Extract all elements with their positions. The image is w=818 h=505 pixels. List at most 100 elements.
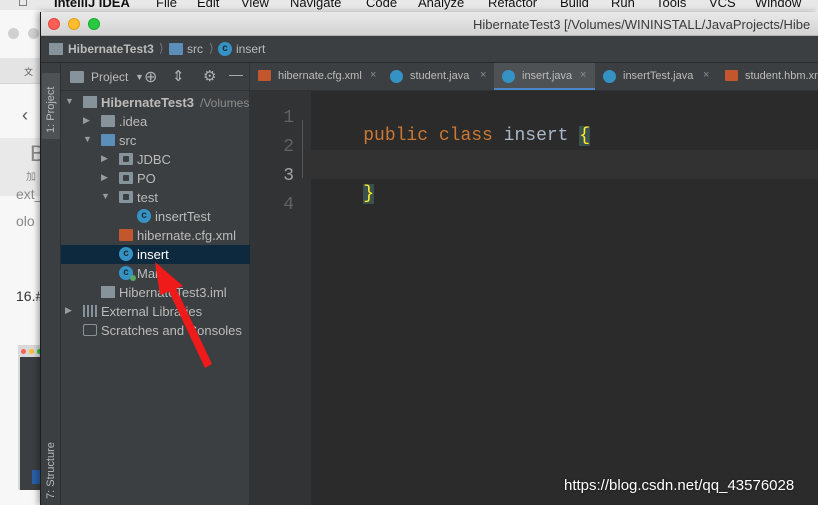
code-line-3[interactable]: } xyxy=(320,164,375,224)
tab-student-java[interactable]: student.java × xyxy=(382,63,494,90)
collapsed-arrow-icon[interactable]: ▶ xyxy=(83,115,90,126)
tree-item-main[interactable]: c Main xyxy=(61,264,250,283)
locate-icon[interactable]: ⊕ xyxy=(144,67,157,87)
class-icon xyxy=(502,70,515,83)
menu-window[interactable]: Window xyxy=(755,0,801,10)
source-folder-icon xyxy=(101,134,115,146)
zoom-window-button[interactable] xyxy=(88,18,100,30)
bg-tab-text: 文 xyxy=(24,67,34,77)
module-file-icon xyxy=(101,286,115,298)
collapse-all-icon[interactable]: ⇕ xyxy=(172,67,185,85)
tree-item-label: test xyxy=(137,190,158,205)
bg-window-button xyxy=(28,28,39,39)
line-number: 3 xyxy=(283,166,294,186)
minimize-window-button[interactable] xyxy=(68,18,80,30)
tree-item-label: HibernateTest3.iml xyxy=(119,285,227,300)
class-icon: c xyxy=(119,247,133,261)
tree-item-src[interactable]: ▼ src xyxy=(61,131,250,150)
collapsed-arrow-icon[interactable]: ▶ xyxy=(101,153,108,164)
menu-edit[interactable]: Edit xyxy=(197,0,219,10)
collapsed-arrow-icon[interactable]: ▶ xyxy=(65,305,72,316)
menu-file[interactable]: File xyxy=(156,0,177,10)
expanded-arrow-icon[interactable]: ▼ xyxy=(65,96,74,106)
tree-item-iml[interactable]: HibernateTest3.iml xyxy=(61,283,250,302)
close-tab-icon[interactable]: × xyxy=(370,69,376,81)
menu-analyze[interactable]: Analyze xyxy=(418,0,464,10)
chevron-down-icon[interactable]: ▼ xyxy=(135,72,144,82)
collapsed-arrow-icon[interactable]: ▶ xyxy=(101,172,108,183)
breadcrumb-project[interactable]: HibernateTest3 xyxy=(68,42,154,56)
fold-guide xyxy=(302,120,303,178)
menu-build[interactable]: Build xyxy=(560,0,589,10)
tree-item-root[interactable]: ▼ HibernateTest3 /Volumes xyxy=(61,93,250,112)
tree-item-external-libraries[interactable]: ▶ External Libraries xyxy=(61,302,250,321)
code-keyword: class xyxy=(438,126,493,146)
tree-item-idea[interactable]: ▶ .idea xyxy=(61,112,250,131)
code-class-name: insert xyxy=(503,126,569,146)
intellij-window: HibernateTest3 [/Volumes/WININSTALL/Java… xyxy=(40,12,818,505)
library-icon xyxy=(83,305,97,317)
menu-app-name[interactable]: IntelliJ IDEA xyxy=(54,0,130,10)
line-number: 1 xyxy=(283,108,294,128)
tree-item-label: JDBC xyxy=(137,152,171,167)
tree-item-label: .idea xyxy=(119,114,148,129)
tree-item-po[interactable]: ▶ PO xyxy=(61,169,250,188)
xml-file-icon xyxy=(258,70,271,81)
class-icon: c xyxy=(137,209,151,223)
tool-tab-structure[interactable]: 7: Structure xyxy=(42,433,60,503)
menu-vcs[interactable]: VCS xyxy=(709,0,736,10)
tree-item-hibernate-cfg[interactable]: hibernate.cfg.xml xyxy=(61,226,250,245)
bg-window-button xyxy=(8,28,19,39)
close-window-button[interactable] xyxy=(48,18,60,30)
menu-refactor[interactable]: Refactor xyxy=(488,0,537,10)
close-tab-icon[interactable]: × xyxy=(703,69,709,81)
background-browser-window: 文 ‹ B 加 ext_ olo 16.# xyxy=(0,10,45,505)
apple-icon[interactable]:  xyxy=(18,0,28,9)
tab-inserttest-java[interactable]: insertTest.java × xyxy=(595,63,717,90)
tree-item-inserttest[interactable]: c insertTest xyxy=(61,207,250,226)
project-view-selector[interactable]: Project xyxy=(91,70,128,84)
menu-run[interactable]: Run xyxy=(611,0,635,10)
line-number: 2 xyxy=(283,137,294,157)
breadcrumb-src[interactable]: src xyxy=(187,42,203,56)
close-tab-icon[interactable]: × xyxy=(580,69,586,81)
tool-tab-project[interactable]: 1: Project xyxy=(42,73,60,139)
tree-item-scratches[interactable]: Scratches and Consoles xyxy=(61,321,250,340)
gear-icon[interactable]: ⚙ xyxy=(203,67,216,85)
window-titlebar: HibernateTest3 [/Volumes/WININSTALL/Java… xyxy=(41,12,818,36)
bg-text: 加 xyxy=(26,172,36,183)
chevron-right-icon: ⟩ xyxy=(209,41,214,55)
menu-view[interactable]: View xyxy=(241,0,269,10)
code-line-1[interactable]: public class insert { xyxy=(320,106,591,166)
scratches-icon xyxy=(83,324,97,336)
menu-code[interactable]: Code xyxy=(366,0,397,10)
menu-tools[interactable]: Tools xyxy=(656,0,686,10)
breadcrumb-insert[interactable]: insert xyxy=(236,42,265,56)
project-toolbar: Project ▼ ⊕ ⇕ ⚙ — xyxy=(61,63,250,91)
tab-label: hibernate.cfg.xml xyxy=(278,70,362,82)
tree-item-test[interactable]: ▼ test xyxy=(61,188,250,207)
class-icon xyxy=(603,70,616,83)
menu-navigate[interactable]: Navigate xyxy=(290,0,341,10)
xml-file-icon xyxy=(119,229,133,241)
tab-label: insert.java xyxy=(522,70,573,82)
tab-student-hbm-xml[interactable]: student.hbm.xm xyxy=(717,63,818,90)
tree-item-label: insert xyxy=(137,247,169,262)
tree-item-insert[interactable]: c insert xyxy=(61,245,250,264)
tree-item-label: HibernateTest3 xyxy=(101,95,194,110)
window-title: HibernateTest3 [/Volumes/WININSTALL/Java… xyxy=(473,17,811,32)
tree-item-jdbc[interactable]: ▶ JDBC xyxy=(61,150,250,169)
close-tab-icon[interactable]: × xyxy=(480,69,486,81)
xml-file-icon xyxy=(725,70,738,81)
tab-label: insertTest.java xyxy=(623,70,694,82)
tab-hibernate-cfg-xml[interactable]: hibernate.cfg.xml × xyxy=(250,63,382,90)
source-folder-icon xyxy=(169,43,183,55)
project-panel: Project ▼ ⊕ ⇕ ⚙ — ▼ HibernateTest3 /Volu… xyxy=(61,63,250,505)
module-icon xyxy=(83,96,97,108)
expanded-arrow-icon[interactable]: ▼ xyxy=(101,191,110,201)
tool-tab-structure-label: 7: Structure xyxy=(45,442,57,499)
tab-insert-java[interactable]: insert.java × xyxy=(494,63,595,90)
hide-panel-icon[interactable]: — xyxy=(229,66,243,82)
tree-item-label: hibernate.cfg.xml xyxy=(137,228,236,243)
expanded-arrow-icon[interactable]: ▼ xyxy=(83,134,92,144)
